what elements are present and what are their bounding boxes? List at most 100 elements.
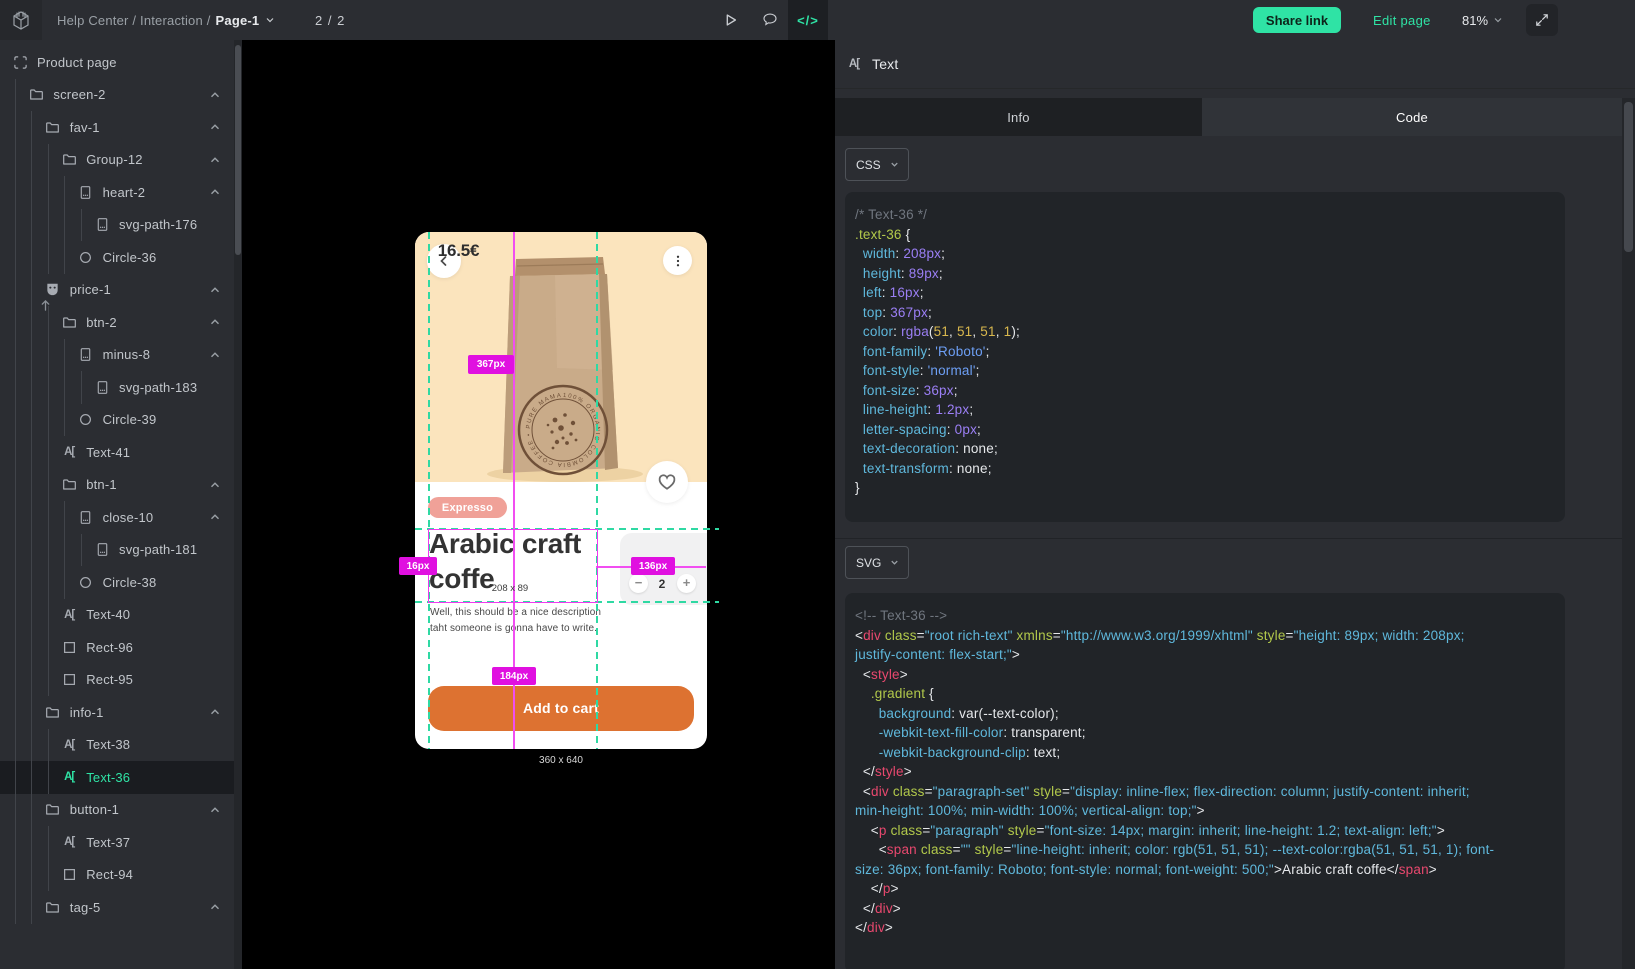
section-divider — [835, 538, 1622, 539]
tree-guide-line — [81, 209, 82, 242]
chevron-up-icon[interactable] — [208, 705, 222, 719]
layer-row-info-1[interactable]: info-1 — [0, 696, 234, 729]
css-code-block[interactable]: /* Text-36 */.text-36 { width: 208px; he… — [845, 192, 1565, 522]
circle-icon — [78, 249, 94, 265]
chevron-up-icon[interactable] — [208, 185, 222, 199]
sidebar-scrollbar-thumb[interactable] — [235, 45, 241, 255]
more-options-button[interactable] — [663, 246, 692, 275]
chevron-up-icon[interactable] — [208, 283, 222, 297]
tree-guide-line — [64, 241, 65, 274]
layer-row-group-12[interactable]: Group-12 — [0, 144, 234, 177]
tree-guide-line — [48, 631, 49, 664]
tree-guide-line — [64, 566, 65, 599]
chevron-up-icon[interactable] — [208, 348, 222, 362]
layer-row-svg-path-181[interactable]: svg-path-181 — [0, 534, 234, 567]
heart-icon — [657, 472, 677, 492]
text-icon: A[ — [61, 607, 77, 623]
layer-row-text-37[interactable]: A[Text-37 — [0, 826, 234, 859]
chevron-up-icon[interactable] — [208, 120, 222, 134]
measure-badge-width: 136px — [631, 557, 675, 575]
tree-guide-line — [15, 111, 16, 144]
layer-row-product page[interactable]: Product page — [0, 46, 234, 79]
file-icon — [94, 379, 110, 395]
chevron-up-icon[interactable] — [208, 900, 222, 914]
tree-guide-line — [48, 566, 49, 599]
layer-row-svg-path-183[interactable]: svg-path-183 — [0, 371, 234, 404]
svg-select-value: SVG — [856, 556, 881, 570]
fullscreen-button[interactable] — [1526, 4, 1558, 36]
code-line: color: rgba(51, 51, 51, 1); — [855, 324, 1565, 344]
layer-row-circle-36[interactable]: Circle-36 — [0, 241, 234, 274]
edit-page-link[interactable]: Edit page — [1373, 0, 1431, 40]
layer-row-button-1[interactable]: button-1 — [0, 794, 234, 827]
layer-row-circle-38[interactable]: Circle-38 — [0, 566, 234, 599]
layer-row-btn-2[interactable]: btn-2 — [0, 306, 234, 339]
chevron-down-icon — [1492, 14, 1504, 26]
app-logo[interactable] — [0, 0, 42, 40]
inspector-scrollbar-thumb[interactable] — [1624, 102, 1633, 252]
layer-row-svg-path-176[interactable]: svg-path-176 — [0, 209, 234, 242]
tree-guide-line — [15, 371, 16, 404]
tree-guide-line — [15, 176, 16, 209]
layer-row-text-41[interactable]: A[Text-41 — [0, 436, 234, 469]
layer-row-rect-95[interactable]: Rect-95 — [0, 664, 234, 697]
chevron-up-icon[interactable] — [208, 88, 222, 102]
breadcrumb[interactable]: Help Center / Interaction / Page-1 — [57, 0, 276, 40]
share-link-button[interactable]: Share link — [1253, 7, 1341, 33]
chevron-up-icon[interactable] — [208, 478, 222, 492]
tree-guide-line — [31, 664, 32, 697]
code-line: font-size: 36px; — [855, 383, 1565, 403]
layer-row-price-1[interactable]: price-1 — [0, 274, 234, 307]
code-line: letter-spacing: 0px; — [855, 422, 1565, 442]
chevron-up-icon[interactable] — [208, 315, 222, 329]
layer-row-screen-2[interactable]: screen-2 — [0, 79, 234, 112]
play-button[interactable] — [710, 0, 750, 40]
design-canvas[interactable]: 100% ORGANIC COLOMBIA COFFEE • PURE MAMA… — [242, 40, 835, 969]
chevron-up-icon[interactable] — [208, 510, 222, 524]
layer-row-text-40[interactable]: A[Text-40 — [0, 599, 234, 632]
quantity-minus-button[interactable]: − — [629, 574, 648, 593]
svg-format-select[interactable]: SVG — [845, 546, 909, 579]
layer-row-tag-5[interactable]: tag-5 — [0, 891, 234, 924]
tree-guide-line — [48, 761, 49, 794]
product-page-artboard[interactable]: 100% ORGANIC COLOMBIA COFFEE • PURE MAMA… — [415, 232, 707, 749]
layer-row-minus-8[interactable]: minus-8 — [0, 339, 234, 372]
layer-row-text-38[interactable]: A[Text-38 — [0, 729, 234, 762]
tree-guide-line — [15, 404, 16, 437]
layer-row-rect-96[interactable]: Rect-96 — [0, 631, 234, 664]
up-arrow-icon — [40, 299, 52, 313]
tree-guide-line — [31, 144, 32, 177]
chevron-up-icon[interactable] — [208, 153, 222, 167]
tree-guide-line — [31, 891, 32, 924]
layer-row-text-36[interactable]: A[Text-36 — [0, 761, 234, 794]
code-line: line-height: 1.2px; — [855, 402, 1565, 422]
tree-guide-line — [15, 599, 16, 632]
favorite-button[interactable] — [646, 461, 688, 503]
zoom-level-value: 81% — [1462, 13, 1488, 28]
tab-code[interactable]: Code — [1202, 98, 1622, 136]
layer-row-rect-94[interactable]: Rect-94 — [0, 859, 234, 892]
css-format-select[interactable]: CSS — [845, 148, 909, 181]
zoom-level-dropdown[interactable]: 81% — [1462, 0, 1504, 40]
quantity-plus-button[interactable]: + — [677, 574, 696, 593]
tree-guide-line — [81, 534, 82, 567]
css-select-value: CSS — [856, 158, 881, 172]
code-line: <div class="root rich-text" xmlns="http:… — [855, 628, 1565, 648]
layer-row-close-10[interactable]: close-10 — [0, 501, 234, 534]
chevron-up-icon[interactable] — [208, 803, 222, 817]
tab-info[interactable]: Info — [835, 98, 1202, 136]
kebab-menu-icon — [671, 254, 685, 268]
tree-guide-line — [48, 241, 49, 274]
layer-row-circle-39[interactable]: Circle-39 — [0, 404, 234, 437]
layer-row-fav-1[interactable]: fav-1 — [0, 111, 234, 144]
layer-row-btn-1[interactable]: btn-1 — [0, 469, 234, 502]
code-line: text-decoration: none; — [855, 441, 1565, 461]
measure-badge-bottom: 184px — [492, 667, 536, 685]
code-mode-button[interactable]: </> — [788, 0, 828, 40]
add-to-cart-button[interactable]: Add to cart — [428, 686, 694, 731]
layer-row-heart-2[interactable]: heart-2 — [0, 176, 234, 209]
guide-vertical-left — [428, 232, 430, 749]
svg-code-block[interactable]: <!-- Text-36 --><div class="root rich-te… — [845, 593, 1565, 969]
tree-guide-line — [15, 859, 16, 892]
comment-button[interactable] — [750, 0, 790, 40]
